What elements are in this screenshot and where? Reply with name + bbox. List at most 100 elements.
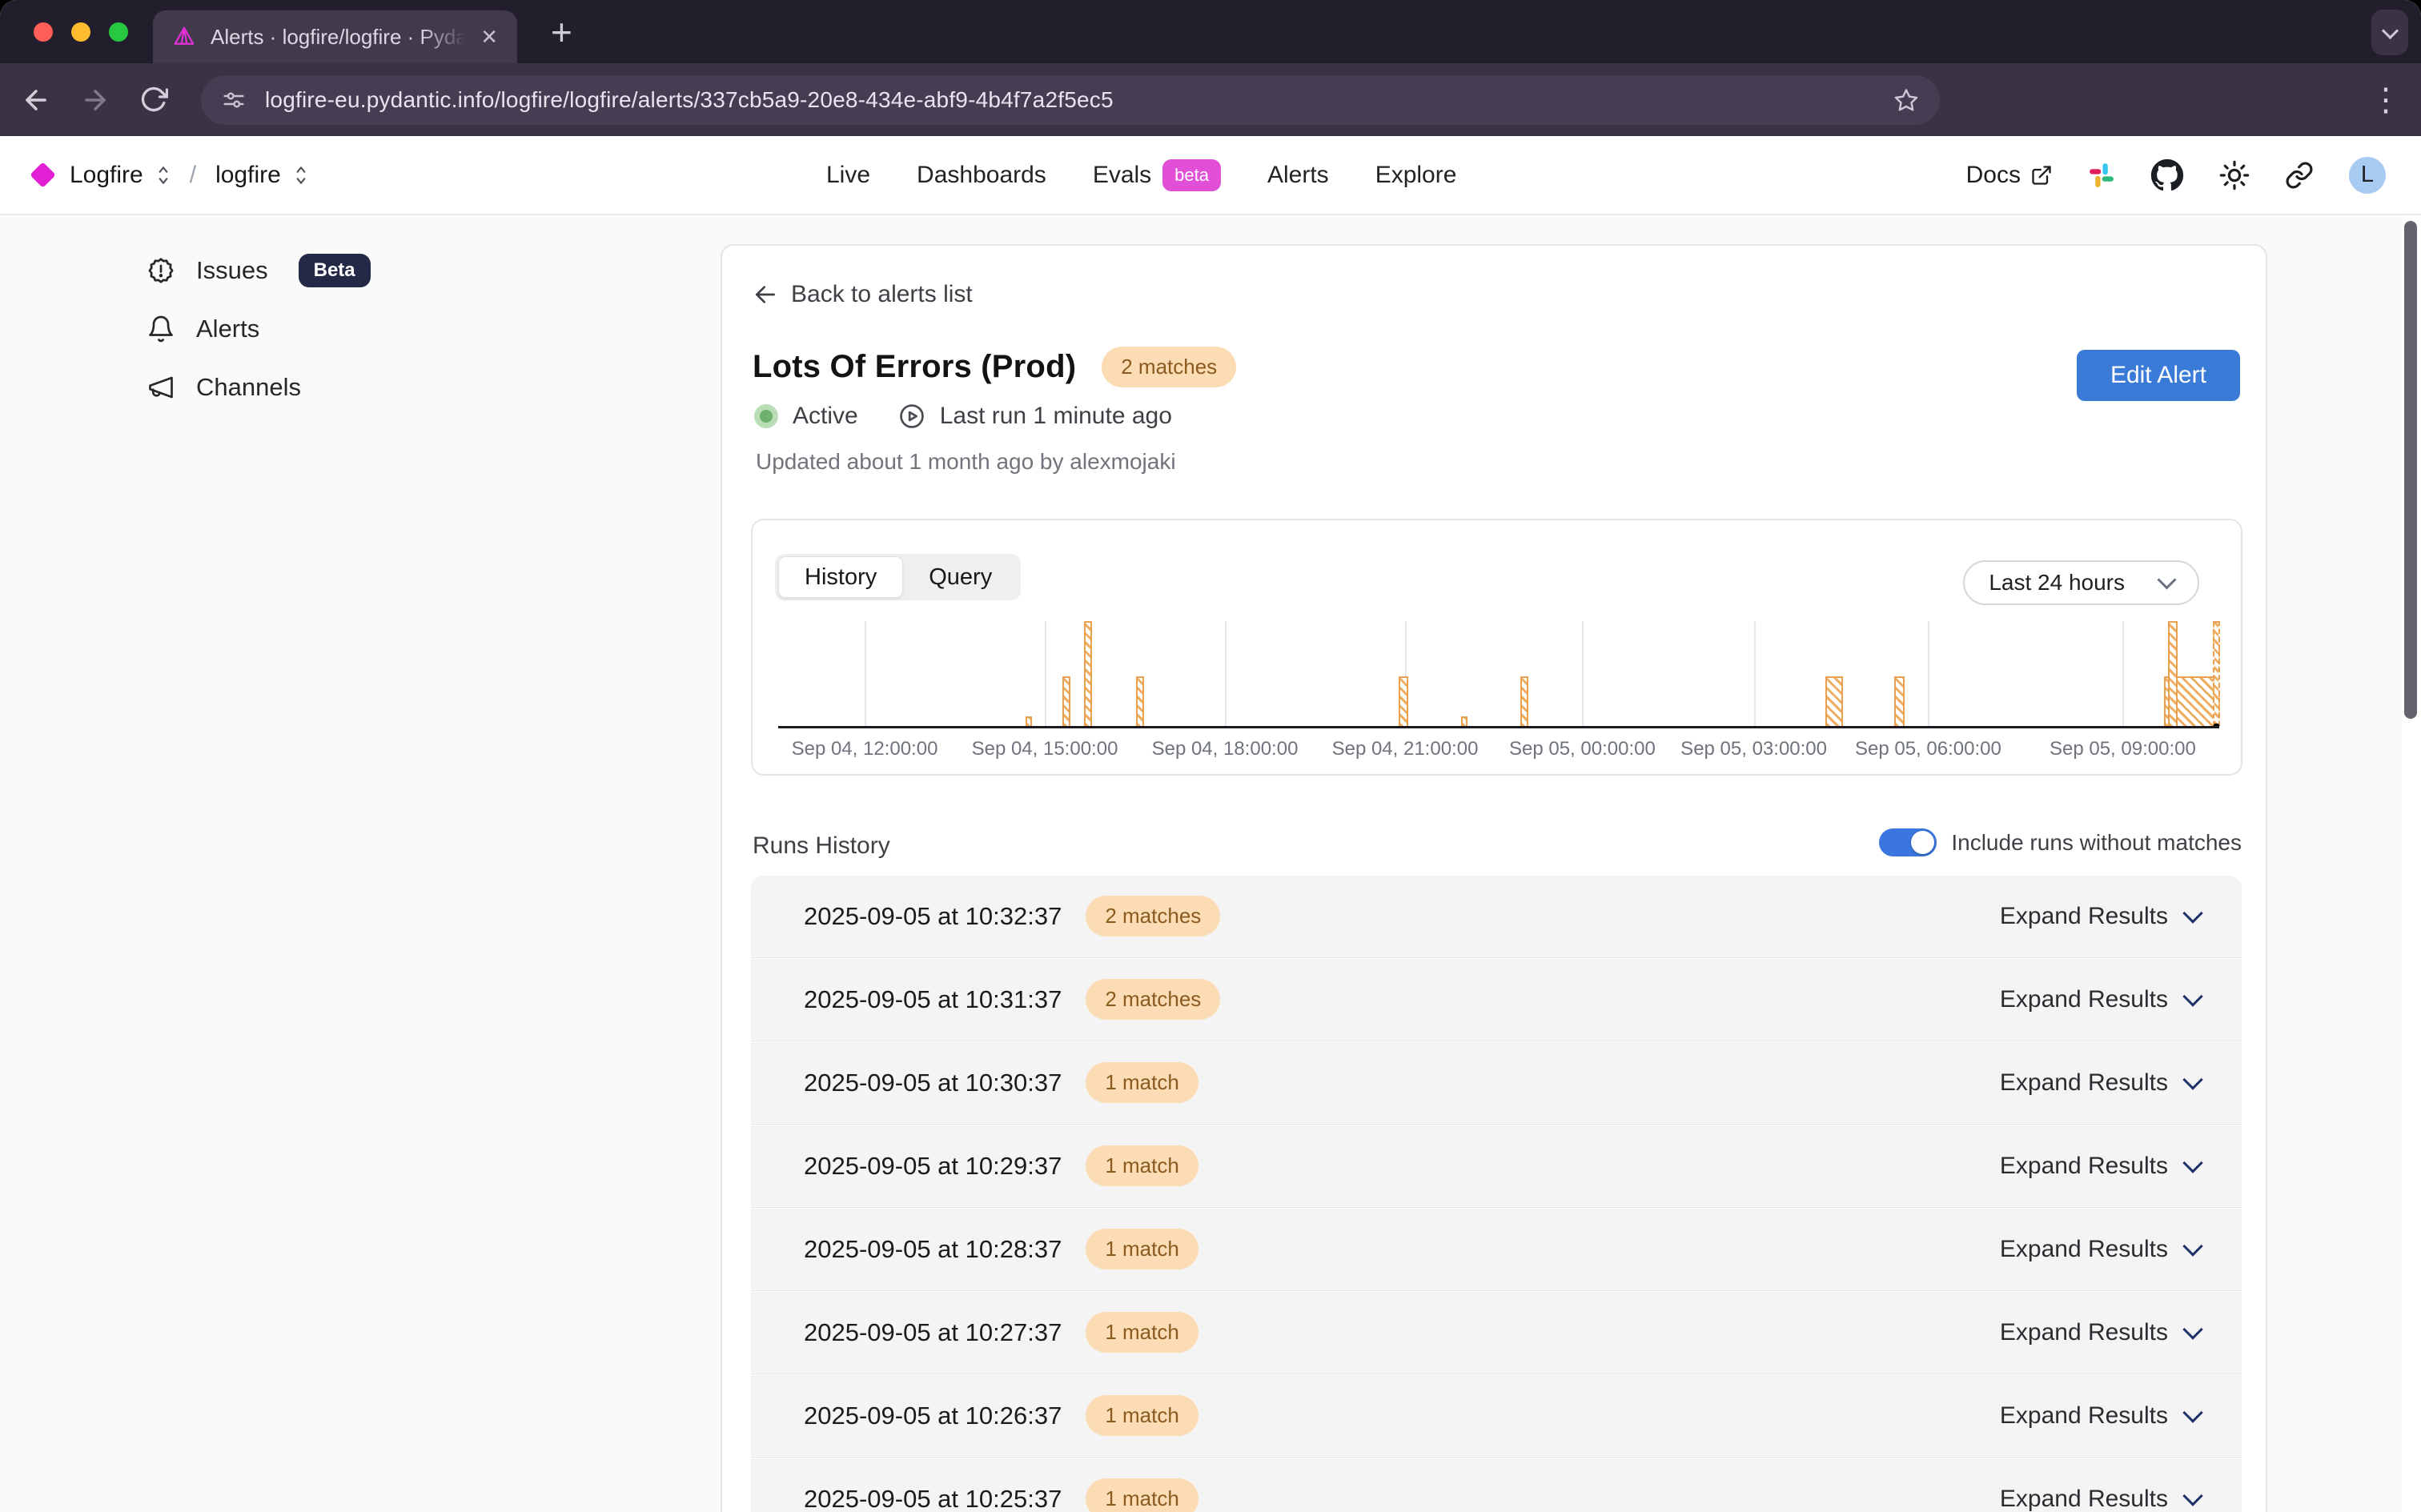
project-name[interactable]: logfire (215, 162, 281, 189)
chart-bar (2213, 621, 2220, 726)
chart-bar (1825, 676, 1843, 726)
org-selector-icon[interactable] (156, 164, 171, 186)
back-button[interactable] (21, 85, 51, 115)
reload-button[interactable] (139, 85, 170, 115)
scrollbar-thumb[interactable] (2404, 221, 2417, 719)
browser-menu-icon[interactable]: ⋮ (2370, 63, 2402, 136)
chart-tick-label: Sep 04, 15:00:00 (972, 738, 1118, 760)
chart-tick-label: Sep 04, 18:00:00 (1152, 738, 1299, 760)
run-matches-badge: 2 matches (1086, 979, 1220, 1020)
nav-evals[interactable]: Evals beta (1093, 159, 1221, 191)
issues-beta-badge: Beta (299, 254, 371, 287)
tab-close-icon[interactable]: ✕ (480, 26, 498, 47)
theme-toggle-sun-icon[interactable] (2219, 160, 2250, 191)
run-row: 2025-09-05 at 10:27:37 1 match Expand Re… (751, 1289, 2242, 1373)
chevron-down-icon (2182, 1486, 2202, 1506)
sidebar-item-channels[interactable]: Channels (147, 371, 371, 403)
run-row: 2025-09-05 at 10:32:37 2 matches Expand … (751, 876, 2242, 957)
nav-live[interactable]: Live (826, 162, 870, 189)
run-matches-badge: 1 match (1086, 1312, 1198, 1353)
chart-bar (1136, 676, 1144, 726)
arrow-left-icon (753, 282, 778, 307)
tab-search-button[interactable] (2371, 10, 2408, 55)
run-timestamp: 2025-09-05 at 10:31:37 (804, 985, 1062, 1014)
external-link-icon (2030, 164, 2053, 186)
tab-history[interactable]: History (778, 556, 903, 598)
window-zoom-button[interactable] (109, 22, 128, 42)
expand-results-button[interactable]: Expand Results (2000, 1319, 2200, 1346)
expand-results-button[interactable]: Expand Results (2000, 1486, 2200, 1512)
docs-link[interactable]: Docs (1966, 162, 2053, 189)
tab-query[interactable]: Query (903, 557, 1018, 597)
run-row: 2025-09-05 at 10:30:37 1 match Expand Re… (751, 1040, 2242, 1123)
window-minimize-button[interactable] (71, 22, 90, 42)
expand-results-label: Expand Results (2000, 903, 2168, 930)
logfire-favicon-icon (172, 25, 196, 49)
chart-bar (1520, 676, 1528, 726)
sidebar-channels-label: Channels (196, 373, 301, 402)
user-avatar[interactable]: L (2349, 157, 2386, 194)
alert-detail-card: Back to alerts list Lots Of Errors (Prod… (721, 244, 2267, 1512)
active-status-label: Active (793, 403, 858, 430)
github-icon[interactable] (2150, 158, 2184, 192)
chart-bar (1894, 676, 1905, 726)
new-tab-button[interactable]: + (551, 10, 572, 54)
browser-tab[interactable]: Alerts · logfire/logfire · Pydant ✕ (153, 10, 517, 63)
forward-button[interactable] (80, 85, 110, 115)
expand-results-label: Expand Results (2000, 1402, 2168, 1430)
scrollbar-track[interactable] (2402, 216, 2421, 1512)
chevron-down-icon (2182, 1236, 2202, 1256)
run-row: 2025-09-05 at 10:31:37 2 matches Expand … (751, 957, 2242, 1040)
expand-results-label: Expand Results (2000, 1153, 2168, 1180)
chart-bar (1461, 716, 1467, 726)
expand-results-button[interactable]: Expand Results (2000, 1153, 2200, 1180)
nav-explore[interactable]: Explore (1375, 162, 1457, 189)
include-runs-toggle-label: Include runs without matches (1951, 830, 2242, 856)
org-name[interactable]: Logfire (70, 162, 143, 189)
toggle-knob (1911, 831, 1934, 854)
chevron-down-icon (2182, 1319, 2202, 1339)
run-matches-badge: 1 match (1086, 1395, 1198, 1436)
run-timestamp: 2025-09-05 at 10:30:37 (804, 1069, 1062, 1097)
expand-results-button[interactable]: Expand Results (2000, 903, 2200, 930)
share-link-icon[interactable] (2285, 161, 2314, 190)
sidebar-item-alerts[interactable]: Alerts (147, 313, 371, 345)
tab-title: Alerts · logfire/logfire · Pydant (211, 25, 466, 50)
expand-results-button[interactable]: Expand Results (2000, 1236, 2200, 1263)
runs-history-heading: Runs History (753, 832, 890, 860)
nav-alerts[interactable]: Alerts (1267, 162, 1329, 189)
chart-gridline (1225, 621, 1227, 726)
include-runs-toggle[interactable] (1879, 828, 1937, 856)
chart-gridline (1754, 621, 1756, 726)
expand-results-button[interactable]: Expand Results (2000, 1069, 2200, 1097)
run-row: 2025-09-05 at 10:29:37 1 match Expand Re… (751, 1123, 2242, 1206)
run-matches-badge: 1 match (1086, 1478, 1198, 1512)
app-header: Logfire / logfire Live Dashboards Evals … (0, 136, 2421, 215)
site-settings-icon[interactable] (222, 88, 246, 112)
url-text[interactable]: logfire-eu.pydantic.info/logfire/logfire… (265, 87, 1874, 113)
chart-plot (778, 621, 2219, 728)
expand-results-button[interactable]: Expand Results (2000, 1402, 2200, 1430)
window-close-button[interactable] (34, 22, 53, 42)
sidebar-item-issues[interactable]: Issues Beta (147, 255, 371, 287)
expand-results-button[interactable]: Expand Results (2000, 986, 2200, 1013)
bell-icon (147, 315, 175, 343)
time-range-select[interactable]: Last 24 hours (1963, 560, 2199, 605)
chart-bar (1399, 676, 1408, 726)
breadcrumb-separator: / (190, 162, 196, 189)
main-nav: Live Dashboards Evals beta Alerts Explor… (826, 159, 1456, 191)
chart-tick-label: Sep 04, 21:00:00 (1332, 738, 1479, 760)
address-bar[interactable]: logfire-eu.pydantic.info/logfire/logfire… (201, 75, 1940, 125)
back-to-alerts-link[interactable]: Back to alerts list (753, 281, 973, 308)
run-timestamp: 2025-09-05 at 10:27:37 (804, 1318, 1062, 1347)
nav-dashboards[interactable]: Dashboards (917, 162, 1046, 189)
edit-alert-button[interactable]: Edit Alert (2077, 350, 2240, 401)
project-selector-icon[interactable] (294, 164, 308, 186)
slack-icon[interactable] (2088, 162, 2115, 189)
chart-axis: Sep 04, 12:00:00Sep 04, 15:00:00Sep 04, … (778, 738, 2219, 764)
chart-gridline (2122, 621, 2124, 726)
bookmark-star-icon[interactable] (1893, 87, 1919, 113)
issue-seal-icon (147, 256, 175, 285)
run-timestamp: 2025-09-05 at 10:25:37 (804, 1485, 1062, 1512)
play-circle-icon (898, 403, 925, 430)
